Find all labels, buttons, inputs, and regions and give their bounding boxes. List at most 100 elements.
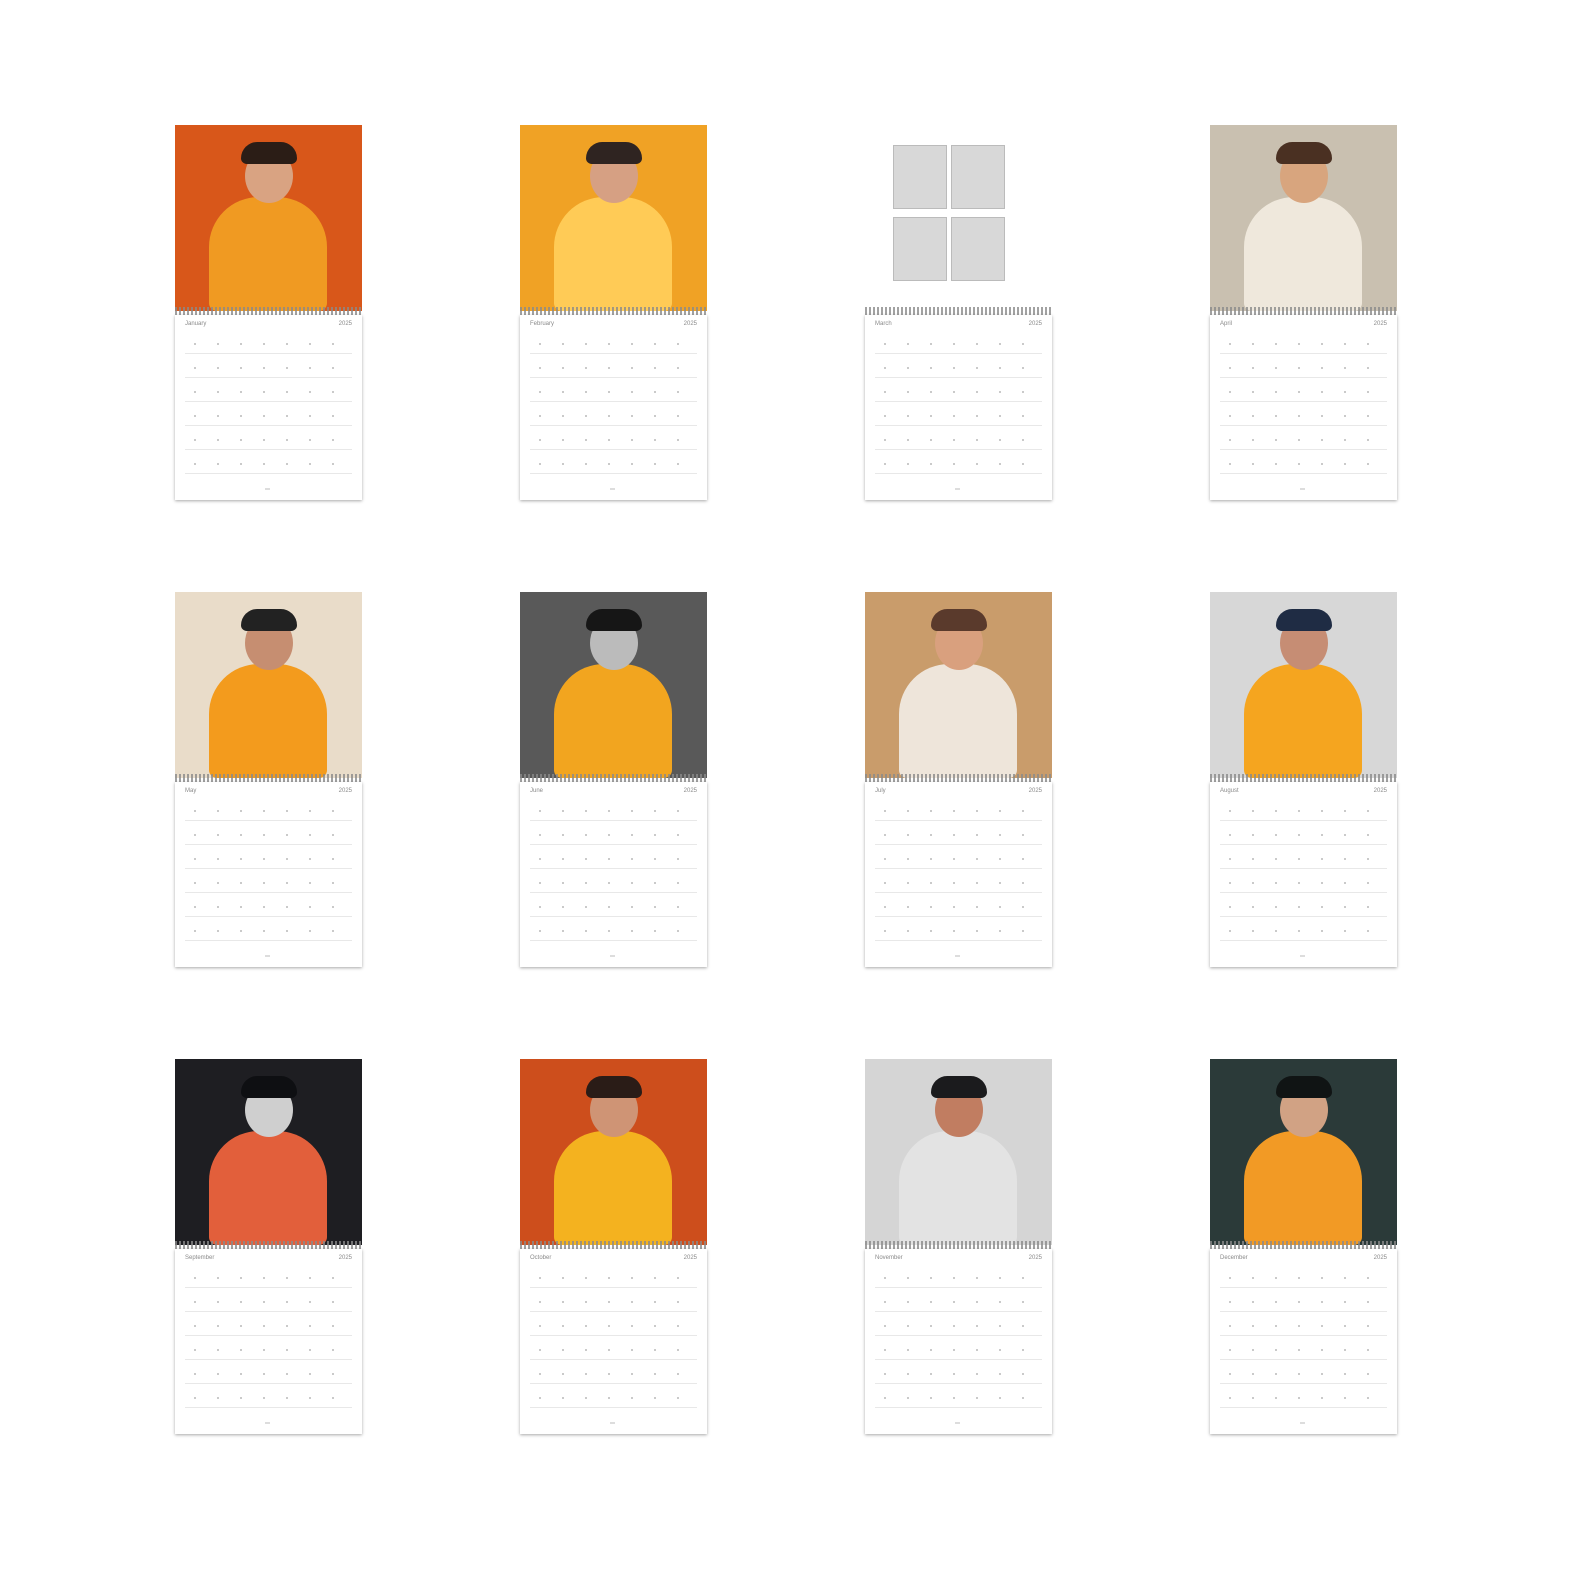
day-number	[1229, 810, 1231, 812]
day-number	[240, 415, 242, 417]
day-number	[332, 1397, 334, 1399]
week-row-line	[185, 1287, 352, 1288]
day-number	[884, 439, 886, 441]
day-number	[309, 930, 311, 932]
calendar-photo	[175, 592, 362, 778]
photo-figure-hair	[586, 609, 642, 631]
day-number	[1344, 882, 1346, 884]
day-number	[332, 439, 334, 441]
week-row-line	[1220, 1311, 1387, 1312]
day-number	[562, 810, 564, 812]
day-number	[1298, 1277, 1300, 1279]
day-number	[1321, 930, 1323, 932]
day-number	[999, 439, 1001, 441]
week-row-line	[875, 844, 1042, 845]
week-row-line	[185, 1407, 352, 1408]
month-name: October	[530, 1255, 552, 1261]
day-number	[309, 1277, 311, 1279]
calendar-grid	[875, 1271, 1042, 1411]
day-number	[884, 906, 886, 908]
day-number	[539, 1373, 541, 1375]
day-number	[677, 906, 679, 908]
calendar-footer-mark	[955, 955, 960, 957]
calendar-photo	[520, 592, 707, 778]
calendar-footer-mark	[1300, 955, 1305, 957]
month-name: May	[185, 788, 197, 794]
day-number	[677, 930, 679, 932]
day-number	[217, 439, 219, 441]
week-row-line	[185, 401, 352, 402]
day-number	[884, 882, 886, 884]
week-row-line	[185, 1335, 352, 1336]
day-number	[1252, 1325, 1254, 1327]
calendar-photo	[175, 125, 362, 311]
day-number	[930, 1373, 932, 1375]
day-number	[976, 439, 978, 441]
day-number	[1298, 367, 1300, 369]
day-number	[240, 1301, 242, 1303]
day-number	[953, 1349, 955, 1351]
day-number	[1298, 858, 1300, 860]
year-label: 2025	[1028, 788, 1042, 794]
day-number	[585, 906, 587, 908]
day-number	[240, 930, 242, 932]
day-number	[1229, 463, 1231, 465]
day-number	[1022, 834, 1024, 836]
photo-figure-hair	[241, 609, 297, 631]
day-number	[217, 1301, 219, 1303]
day-number	[677, 367, 679, 369]
day-number	[976, 810, 978, 812]
calendar-page: June 2025	[520, 592, 707, 967]
day-number	[1022, 1277, 1024, 1279]
day-number	[263, 463, 265, 465]
day-number	[1298, 1373, 1300, 1375]
calendar-header: October 2025	[530, 1255, 697, 1265]
calendar-binding	[1210, 1241, 1397, 1249]
calendar-footer-mark	[265, 488, 270, 490]
day-number	[1022, 858, 1024, 860]
day-number	[286, 1373, 288, 1375]
day-number	[539, 439, 541, 441]
photo-figure-hair	[241, 142, 297, 164]
day-number	[677, 834, 679, 836]
day-number	[309, 367, 311, 369]
day-number	[999, 858, 1001, 860]
day-number	[263, 1373, 265, 1375]
calendar-page: May 2025	[175, 592, 362, 967]
day-number	[953, 1373, 955, 1375]
day-number	[1298, 1301, 1300, 1303]
day-number	[240, 367, 242, 369]
day-number	[1321, 906, 1323, 908]
day-number	[1252, 1397, 1254, 1399]
day-number	[1229, 1325, 1231, 1327]
day-number	[1022, 1349, 1024, 1351]
day-number	[1344, 1325, 1346, 1327]
week-row-line	[875, 1407, 1042, 1408]
day-number	[1298, 882, 1300, 884]
day-number	[309, 439, 311, 441]
week-row-line	[530, 1383, 697, 1384]
day-number	[953, 391, 955, 393]
calendar-grid	[875, 804, 1042, 944]
day-number	[976, 1301, 978, 1303]
week-row-line	[185, 892, 352, 893]
day-number	[1252, 858, 1254, 860]
day-number	[608, 367, 610, 369]
day-number	[585, 367, 587, 369]
day-number	[907, 882, 909, 884]
day-number	[1252, 415, 1254, 417]
week-row-line	[1220, 1335, 1387, 1336]
calendar-header: July 2025	[875, 788, 1042, 798]
month-name: February	[530, 321, 555, 327]
day-number	[631, 882, 633, 884]
day-number	[1344, 343, 1346, 345]
day-number	[585, 439, 587, 441]
calendar-photo	[175, 1059, 362, 1245]
day-number	[194, 463, 196, 465]
calendar-photo	[1210, 125, 1397, 311]
day-number	[999, 1373, 1001, 1375]
day-number	[194, 1397, 196, 1399]
day-number	[1321, 343, 1323, 345]
day-number	[631, 463, 633, 465]
day-number	[608, 391, 610, 393]
